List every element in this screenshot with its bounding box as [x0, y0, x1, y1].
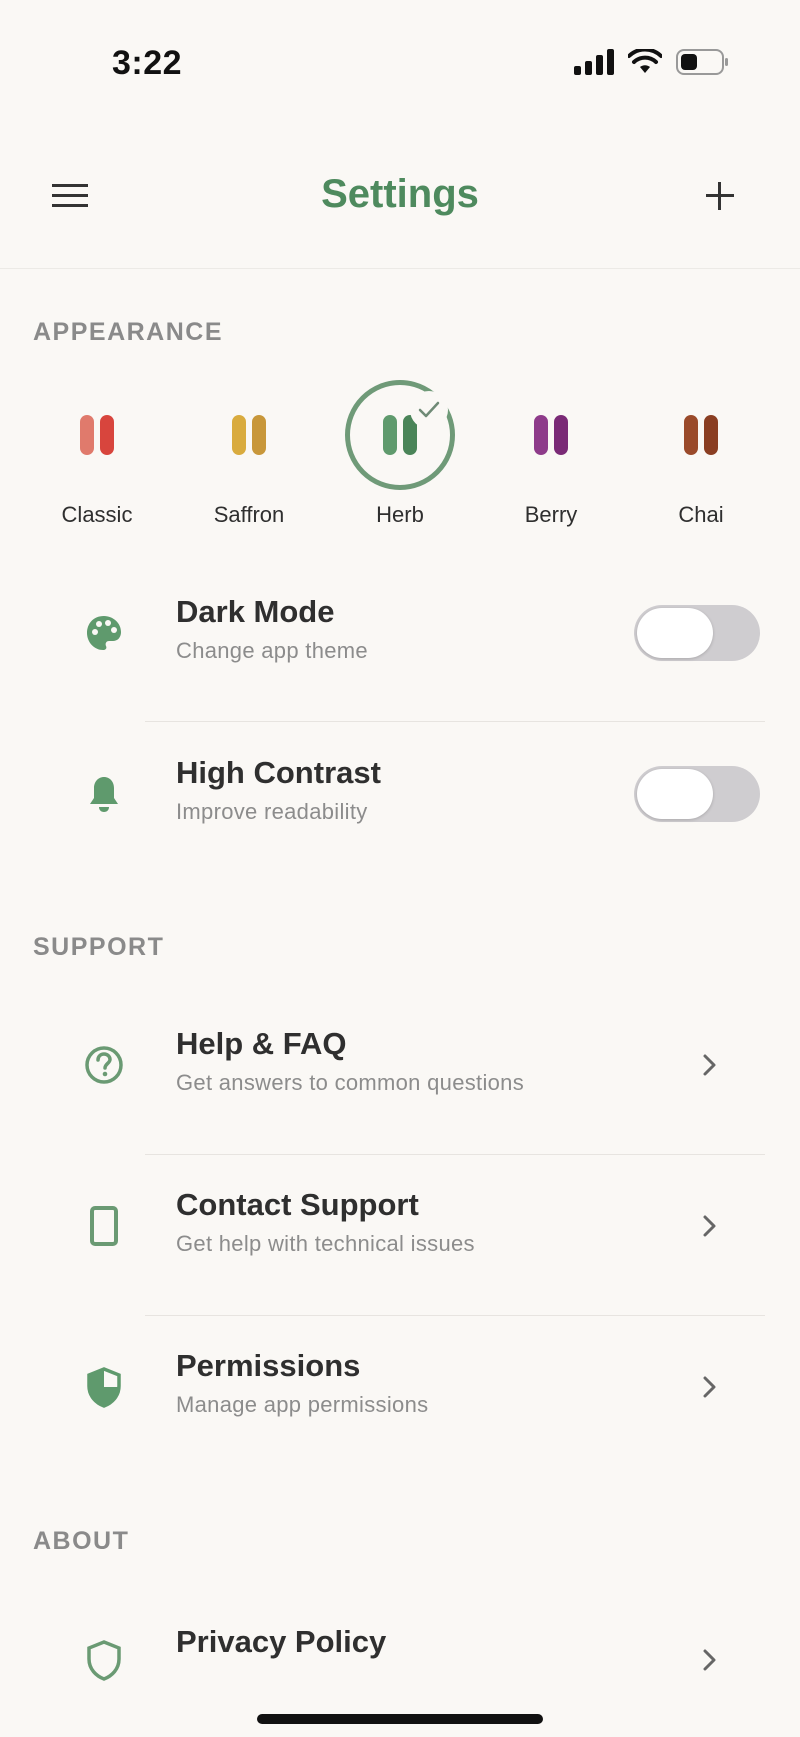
swatch-bar: [704, 415, 718, 455]
theme-swatch: [345, 380, 455, 490]
toggle-knob: [637, 769, 713, 819]
theme-label: Herb: [376, 502, 424, 527]
theme-swatch: [496, 380, 606, 490]
theme-classic[interactable]: Classic: [32, 380, 162, 528]
app-header: Settings: [0, 150, 800, 240]
theme-label: Classic: [61, 502, 133, 527]
battery-icon: [676, 49, 728, 75]
section-label-appearance: APPEARANCE: [33, 318, 224, 346]
chevron-right-icon: [703, 1376, 716, 1398]
theme-chai[interactable]: Chai: [636, 380, 766, 528]
theme-berry[interactable]: Berry: [486, 380, 616, 528]
plus-icon: [706, 182, 734, 210]
signal-icon: [574, 49, 614, 75]
row-high-contrast[interactable]: High Contrast Improve readability: [0, 719, 800, 869]
wifi-icon: [628, 49, 662, 73]
status-time: 3:22: [112, 44, 183, 82]
theme-picker: Classic Saffron Herb Berry Chai: [0, 380, 800, 540]
swatch-bar: [684, 415, 698, 455]
row-permissions[interactable]: Permissions Manage app permissions: [0, 1312, 800, 1462]
row-subtitle: Change app theme: [176, 638, 368, 663]
swatch-bar: [252, 415, 266, 455]
status-bar: 3:22: [0, 0, 800, 120]
swatch-bar: [80, 415, 94, 455]
row-contact-support[interactable]: Contact Support Get help with technical …: [0, 1151, 800, 1301]
row-subtitle: Get help with technical issues: [176, 1231, 475, 1256]
swatch-bar: [383, 415, 397, 455]
swatch-bar: [554, 415, 568, 455]
swatch-bar: [100, 415, 114, 455]
row-title: Help & FAQ: [176, 1026, 347, 1061]
theme-label: Saffron: [213, 502, 285, 527]
section-label-about: ABOUT: [33, 1527, 130, 1555]
status-icons: [574, 48, 730, 76]
theme-label: Berry: [524, 502, 578, 527]
chevron-right-icon: [703, 1215, 716, 1237]
theme-swatch: [194, 380, 304, 490]
dark-mode-toggle[interactable]: [634, 605, 760, 661]
row-subtitle: Improve readability: [176, 799, 368, 824]
row-dark-mode[interactable]: Dark Mode Change app theme: [0, 558, 800, 708]
palette-icon: [80, 609, 128, 657]
phone-icon: [80, 1202, 128, 1250]
page-title: Settings: [321, 172, 479, 216]
swatch-bar: [534, 415, 548, 455]
section-label-support: SUPPORT: [33, 933, 165, 961]
help-circle-icon: [80, 1041, 128, 1089]
row-subtitle: Manage app permissions: [176, 1392, 429, 1417]
swatch-bar: [232, 415, 246, 455]
theme-saffron[interactable]: Saffron: [184, 380, 314, 528]
row-title: Contact Support: [176, 1187, 419, 1222]
theme-herb[interactable]: Herb: [335, 380, 465, 528]
home-indicator[interactable]: [257, 1714, 543, 1724]
selected-check-icon: [410, 391, 448, 429]
add-button[interactable]: [700, 176, 740, 216]
shield-outline-icon: [80, 1636, 128, 1684]
theme-swatch: [646, 380, 756, 490]
row-subtitle: Get answers to common questions: [176, 1070, 525, 1095]
high-contrast-toggle[interactable]: [634, 766, 760, 822]
toggle-knob: [637, 608, 713, 658]
header-divider: [0, 268, 800, 269]
row-help-faq[interactable]: Help & FAQ Get answers to common questio…: [0, 990, 800, 1140]
row-title: Privacy Policy: [176, 1624, 387, 1659]
bell-icon: [80, 770, 128, 818]
theme-label: Chai: [678, 502, 724, 527]
row-title: Permissions: [176, 1348, 361, 1383]
chevron-right-icon: [703, 1649, 716, 1671]
row-title: Dark Mode: [176, 594, 335, 629]
chevron-right-icon: [703, 1054, 716, 1076]
shield-half-icon: [80, 1363, 128, 1411]
row-title: High Contrast: [176, 755, 381, 790]
theme-swatch: [42, 380, 152, 490]
